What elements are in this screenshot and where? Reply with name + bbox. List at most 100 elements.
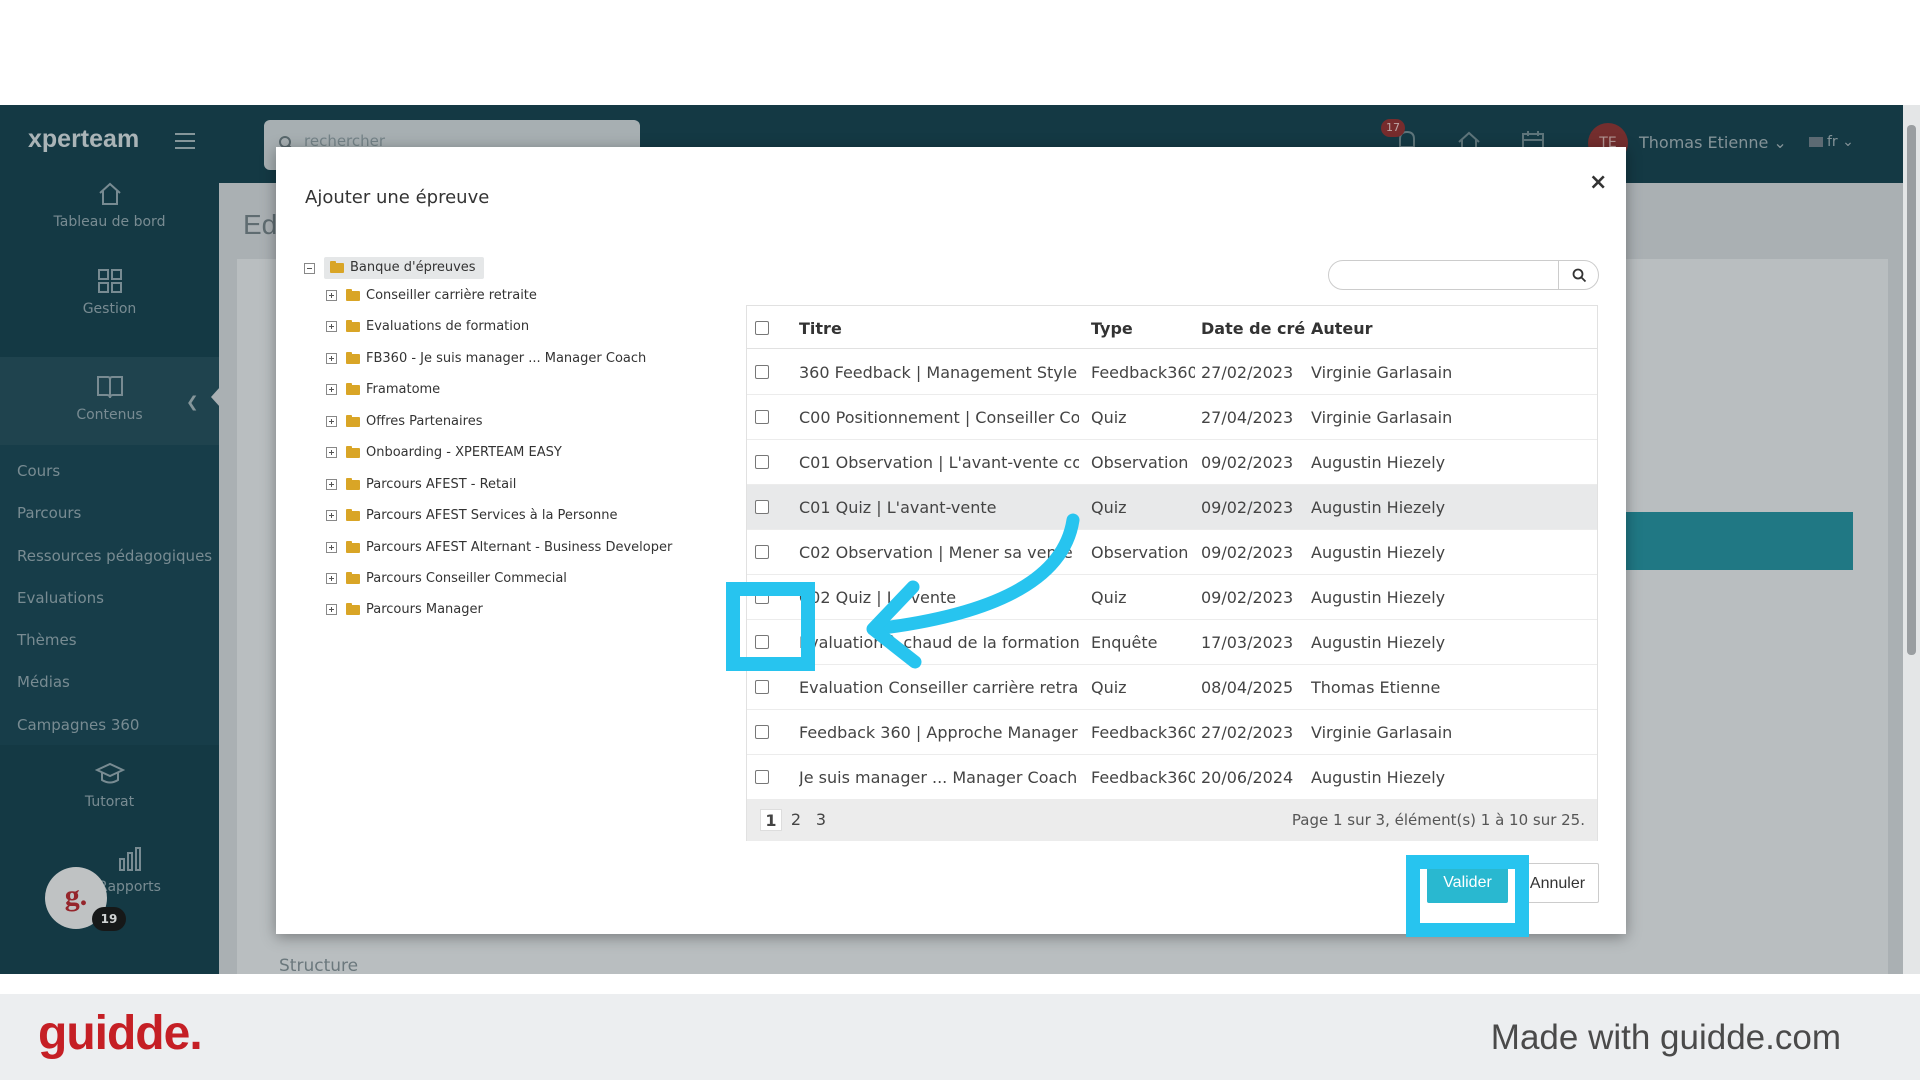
expand-icon[interactable]	[326, 321, 337, 332]
tree-node[interactable]: Conseiller carrière retraite	[326, 288, 537, 316]
dialog-title: Ajouter une épreuve	[305, 187, 490, 208]
expand-icon[interactable]	[326, 353, 337, 364]
tree-node[interactable]: Onboarding - XPERTEAM EASY	[326, 445, 562, 473]
cell-date: 09/02/2023	[1201, 453, 1294, 472]
column-header-date[interactable]: Date de création	[1201, 319, 1305, 338]
expand-icon[interactable]	[326, 384, 337, 395]
expand-icon[interactable]	[326, 447, 337, 458]
expand-icon[interactable]	[326, 290, 337, 301]
expand-icon[interactable]	[326, 542, 337, 553]
table-row[interactable]: Je suis manager ... Manager Coach Feedbac…	[747, 755, 1597, 800]
expand-icon[interactable]	[326, 604, 337, 615]
column-header-author[interactable]: Auteur	[1311, 319, 1511, 338]
tree-node[interactable]: Evaluations de formation	[326, 319, 529, 347]
page-scrollbar[interactable]	[1903, 105, 1920, 974]
cell-title: Je suis manager ... Manager Coach	[799, 768, 1078, 787]
folder-icon	[346, 414, 360, 427]
row-checkbox[interactable]	[755, 365, 769, 379]
cell-author: Thomas Etienne	[1311, 678, 1441, 697]
row-checkbox[interactable]	[755, 770, 769, 784]
folder-icon	[346, 288, 360, 301]
cell-type: Quiz	[1091, 408, 1127, 427]
footer: guidde. Made with guidde.com	[0, 994, 1920, 1080]
tree-node-label: Framatome	[366, 382, 441, 397]
tree-node[interactable]: Parcours Manager	[326, 602, 483, 630]
pager: 1 2 3 Page 1 sur 3, élément(s) 1 à 10 su…	[747, 799, 1597, 841]
cell-author: Augustin Hiezely	[1311, 498, 1446, 517]
cell-type: Observation	[1091, 453, 1189, 472]
tree-node-label: Parcours Conseiller Commecial	[366, 571, 567, 586]
app-window: xperteam Tableau de bord Gestion Contenu…	[0, 105, 1920, 974]
tree-node-label: Parcours Manager	[366, 602, 483, 617]
folder-icon	[346, 351, 360, 364]
cell-author: Augustin Hiezely	[1311, 543, 1446, 562]
tutorial-highlight-checkbox	[726, 582, 815, 671]
tree-root[interactable]: Banque d'épreuves	[304, 257, 484, 285]
row-checkbox[interactable]	[755, 500, 769, 514]
row-checkbox[interactable]	[755, 545, 769, 559]
expand-icon[interactable]	[326, 510, 337, 521]
tree-node[interactable]: Parcours Conseiller Commecial	[326, 571, 567, 599]
cell-type: Quiz	[1091, 678, 1127, 697]
row-checkbox[interactable]	[755, 680, 769, 694]
tree-node-label: FB360 - Je suis manager ... Manager Coac…	[366, 351, 647, 366]
tree-node-label: Parcours AFEST - Retail	[366, 477, 517, 492]
folder-icon	[346, 477, 360, 490]
tutorial-arrow-icon	[866, 513, 1080, 669]
scrollbar-thumb[interactable]	[1907, 125, 1916, 655]
tree-node[interactable]: Parcours AFEST Alternant - Business Deve…	[326, 540, 672, 568]
table-row[interactable]: Feedback 360 | Approche Manageriale (FR)…	[747, 710, 1597, 755]
expand-icon[interactable]	[326, 573, 337, 584]
tree-node-label: Onboarding - XPERTEAM EASY	[366, 445, 562, 460]
expand-icon[interactable]	[326, 479, 337, 490]
page-link[interactable]: 2	[785, 809, 807, 831]
tree-node-label: Banque d'épreuves	[350, 260, 476, 275]
cell-date: 27/02/2023	[1201, 723, 1294, 742]
column-header-title[interactable]: Titre	[799, 319, 1079, 338]
made-with-text: Made with guidde.com	[1490, 1018, 1841, 1057]
folder-icon	[346, 445, 360, 458]
table-row[interactable]: C00 Positionnement | Conseiller Commerci…	[747, 395, 1597, 440]
folder-icon	[330, 260, 344, 273]
cell-type: Enquête	[1091, 633, 1158, 652]
folder-icon	[346, 602, 360, 615]
tutorial-highlight-validate	[1406, 855, 1529, 937]
folder-icon	[346, 382, 360, 395]
row-checkbox[interactable]	[755, 410, 769, 424]
row-checkbox[interactable]	[755, 455, 769, 469]
row-checkbox[interactable]	[755, 725, 769, 739]
tree-node-label: Evaluations de formation	[366, 319, 530, 334]
page-link[interactable]: 3	[810, 809, 832, 831]
cell-date: 27/02/2023	[1201, 363, 1294, 382]
cell-date: 17/03/2023	[1201, 633, 1294, 652]
page-link[interactable]: 1	[760, 809, 782, 831]
tree-node[interactable]: FB360 - Je suis manager ... Manager Coac…	[326, 351, 646, 379]
tree-node[interactable]: Framatome	[326, 382, 440, 410]
column-header-type[interactable]: Type	[1091, 319, 1191, 338]
expand-icon[interactable]	[326, 416, 337, 427]
cell-author: Augustin Hiezely	[1311, 633, 1446, 652]
table-row[interactable]: C01 Observation | L'avant-vente commerci…	[747, 440, 1597, 485]
tree-node-label: Offres Partenaires	[366, 414, 483, 429]
table-row[interactable]: 360 Feedback | Management Style (EN) Feed…	[747, 350, 1597, 395]
cell-type: Feedback360	[1091, 768, 1195, 787]
cell-author: Augustin Hiezely	[1311, 453, 1446, 472]
tree-node-label: Parcours AFEST Alternant - Business Deve…	[366, 540, 673, 555]
folder-icon	[346, 508, 360, 521]
tree-node[interactable]: Offres Partenaires	[326, 414, 482, 442]
search-icon	[1572, 268, 1587, 283]
tree-node[interactable]: Parcours AFEST Services à la Personne	[326, 508, 617, 536]
select-all-checkbox[interactable]	[755, 321, 769, 335]
tree-node-label: Parcours AFEST Services à la Personne	[366, 508, 618, 523]
guidde-logo: guidde.	[38, 1007, 203, 1060]
tree-node[interactable]: Parcours AFEST - Retail	[326, 477, 516, 505]
cell-type: Feedback360	[1091, 363, 1195, 382]
grid-search-button[interactable]	[1558, 260, 1598, 290]
folder-icon	[346, 571, 360, 584]
collapse-icon[interactable]	[304, 262, 315, 274]
close-icon[interactable]: ×	[1589, 170, 1607, 195]
grid-search-input[interactable]	[1328, 260, 1599, 290]
folder-icon	[346, 540, 360, 553]
cell-date: 09/02/2023	[1201, 543, 1294, 562]
cell-date: 09/02/2023	[1201, 498, 1294, 517]
